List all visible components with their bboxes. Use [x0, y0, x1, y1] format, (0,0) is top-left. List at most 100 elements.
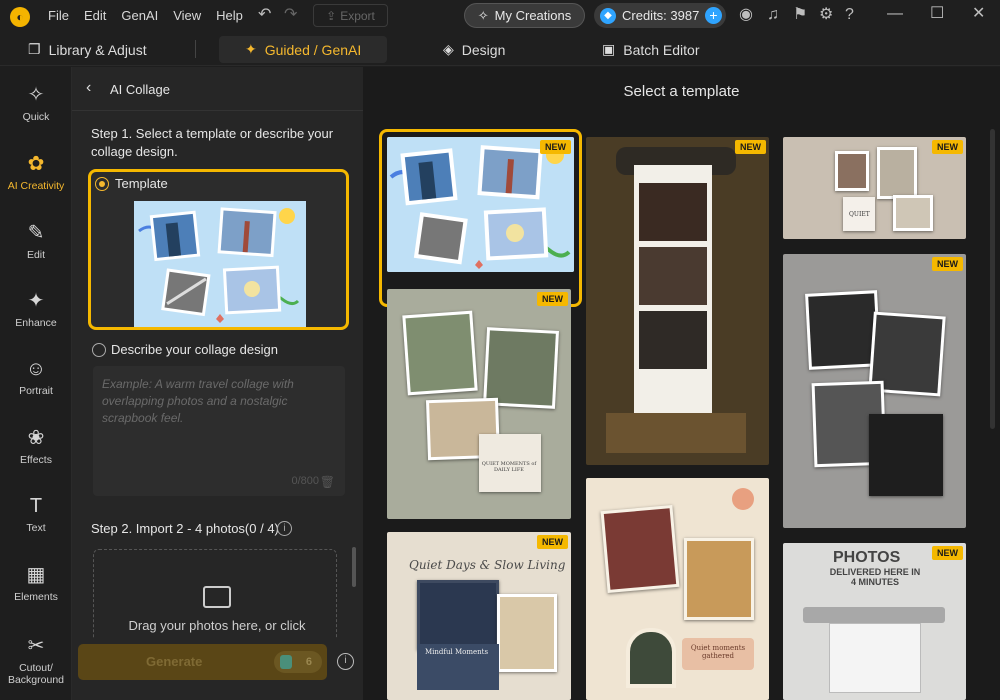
rail-portrait[interactable]: ☺ Portrait — [0, 347, 72, 407]
rail-ai-creativity[interactable]: ✿ AI Creativity — [0, 142, 72, 202]
my-creations-button[interactable]: ✧ My Creations — [464, 3, 585, 28]
undo-icon[interactable]: ↶ — [258, 7, 271, 23]
generate-info-icon[interactable]: i — [337, 653, 354, 670]
sparkle-icon: ✧ — [477, 7, 489, 23]
new-badge: NEW — [537, 292, 568, 306]
generate-cost-badge: 6 — [274, 651, 322, 673]
elements-icon: ▦ — [26, 563, 46, 586]
cutout-icon: ✂ — [27, 634, 45, 657]
card-caption-photos: PHOTOS — [833, 549, 901, 566]
card-caption-delivered: DELIVERED HERE IN 4 MINUTES — [829, 567, 921, 587]
gallery-scrollbar[interactable] — [990, 129, 995, 429]
credits-icon: ◆ — [600, 7, 616, 24]
edit-icon: ✎ — [27, 221, 45, 244]
template-radio[interactable] — [95, 177, 109, 191]
portrait-icon: ☺ — [25, 357, 47, 380]
tab-batch-editor[interactable]: ▣ Batch Editor — [602, 36, 700, 63]
describe-placeholder: Example: A warm travel collage with over… — [102, 377, 294, 425]
template-card-photo-booth[interactable]: NEW — [586, 137, 769, 465]
describe-textarea[interactable]: Example: A warm travel collage with over… — [93, 366, 345, 496]
info-icon[interactable]: i — [277, 521, 292, 536]
new-badge: NEW — [537, 535, 568, 549]
credits-button[interactable]: ◆ Credits: 3987 + — [594, 3, 726, 28]
rail-quick[interactable]: ✧ Quick — [0, 73, 72, 133]
help-icon[interactable]: ? — [845, 7, 854, 23]
notification-bell-icon[interactable]: ♫ — [767, 7, 779, 23]
app-logo-icon: ◐ — [10, 7, 30, 27]
ai-creativity-icon: ✿ — [27, 152, 45, 175]
new-badge: NEW — [735, 140, 766, 154]
menu-genai[interactable]: GenAI — [121, 8, 158, 23]
minimize-icon[interactable]: — — [887, 6, 903, 22]
menu-help[interactable]: Help — [216, 8, 243, 23]
new-badge: NEW — [932, 257, 963, 271]
tab-guided-genai[interactable]: ✦ Guided / GenAI — [219, 36, 388, 63]
template-card-quiet-moments[interactable]: QUIET MOMENTS of DAILY LIFE NEW — [387, 289, 571, 519]
menu-file[interactable]: File — [48, 8, 69, 23]
tab-design[interactable]: ◈ Design — [443, 36, 505, 63]
rail-text[interactable]: T Text — [0, 484, 72, 544]
effects-icon: ❀ — [27, 426, 45, 449]
tab-divider — [195, 40, 196, 58]
panel-scrollbar[interactable] — [352, 547, 356, 587]
export-icon: ⇪ — [326, 8, 337, 23]
describe-radio[interactable] — [92, 343, 106, 357]
new-badge: NEW — [932, 546, 963, 560]
close-icon[interactable]: ✕ — [972, 6, 985, 22]
dropzone-text: Drag your photos here, or click — [128, 618, 306, 633]
rail-elements[interactable]: ▦ Elements — [0, 553, 72, 613]
char-count: 0/800 — [291, 475, 319, 487]
title-bar: ◐ File Edit GenAI View Help ↶ ↷ ⇪ Export… — [0, 0, 1000, 32]
magic-wand-icon: ✧ — [27, 83, 45, 106]
rail-enhance[interactable]: ✦ Enhance — [0, 279, 72, 339]
redo-icon[interactable]: ↷ — [284, 7, 297, 23]
account-icon[interactable]: ◉ — [739, 7, 753, 23]
image-stack-icon: ▣ — [602, 41, 616, 57]
card-caption: QUIET — [849, 211, 870, 218]
left-rail: ✧ Quick ✿ AI Creativity ✎ Edit ✦ Enhance… — [0, 67, 72, 700]
template-option[interactable]: Template — [88, 169, 349, 330]
text-icon: T — [29, 494, 43, 517]
megaphone-icon[interactable]: ⚑ — [793, 7, 807, 23]
tab-library-adjust[interactable]: ❐ Library & Adjust — [28, 36, 147, 63]
panel-header: ‹ AI Collage — [72, 67, 363, 111]
template-card-quiet-gathered[interactable]: Quiet moments gathered — [586, 478, 769, 700]
template-card-quiet-days[interactable]: Quiet Days & Slow Living Mindful Moments… — [387, 532, 571, 700]
back-chevron-icon[interactable]: ‹ — [86, 79, 91, 97]
template-label: Template — [115, 176, 168, 191]
app-window: ◐ File Edit GenAI View Help ↶ ↷ ⇪ Export… — [0, 0, 1000, 700]
template-card-photos-delivered[interactable]: PHOTOS DELIVERED HERE IN 4 MINUTES NEW — [783, 543, 966, 700]
card-caption: Quiet moments gathered — [690, 644, 746, 660]
generate-row: Generate 6 i — [72, 639, 363, 700]
template-card-quiet-wall[interactable]: QUIET NEW — [783, 137, 966, 239]
menu-edit[interactable]: Edit — [84, 8, 106, 23]
menu-bar: File Edit GenAI View Help — [48, 8, 258, 23]
mindful-block: Mindful Moments — [417, 644, 499, 690]
maximize-icon[interactable]: ☐ — [930, 6, 944, 22]
gallery-title: Select a template — [623, 83, 740, 100]
step1-label: Step 1. Select a template or describe yo… — [91, 126, 334, 159]
guided-icon: ✦ — [245, 41, 257, 57]
export-button[interactable]: ⇪ Export — [313, 4, 388, 27]
card-caption: QUIET MOMENTS of DAILY LIFE — [481, 461, 537, 473]
template-card-bw-portraits[interactable]: NEW — [783, 254, 966, 528]
add-photo-icon — [203, 586, 231, 608]
card-caption: Quiet Days & Slow Living — [409, 558, 566, 572]
template-gallery: Select a template NEW QUIET MOMENTS of D… — [363, 67, 1000, 700]
trash-icon[interactable]: 🗑 — [320, 474, 335, 491]
generate-button[interactable]: Generate 6 — [78, 644, 327, 680]
rail-cutout-background[interactable]: ✂ Cutout/ Background — [0, 627, 72, 693]
main-tab-bar: ❐ Library & Adjust ✦ Guided / GenAI ◈ De… — [0, 32, 1000, 66]
rail-effects[interactable]: ❀ Effects — [0, 416, 72, 476]
photo-dropzone[interactable]: Drag your photos here, or click — [93, 549, 337, 649]
add-credits-icon[interactable]: + — [705, 7, 722, 24]
step2-label: Step 2. Import 2 - 4 photos(0 / 4) — [91, 521, 279, 536]
ai-collage-panel: ‹ AI Collage Step 1. Select a template o… — [72, 67, 363, 700]
menu-view[interactable]: View — [173, 8, 201, 23]
panel-title: AI Collage — [110, 82, 170, 97]
gear-icon[interactable]: ⚙ — [819, 7, 833, 23]
rail-edit[interactable]: ✎ Edit — [0, 211, 72, 271]
enhance-icon: ✦ — [27, 289, 45, 312]
layers-icon: ◈ — [443, 41, 454, 57]
template-preview-image — [134, 201, 306, 327]
